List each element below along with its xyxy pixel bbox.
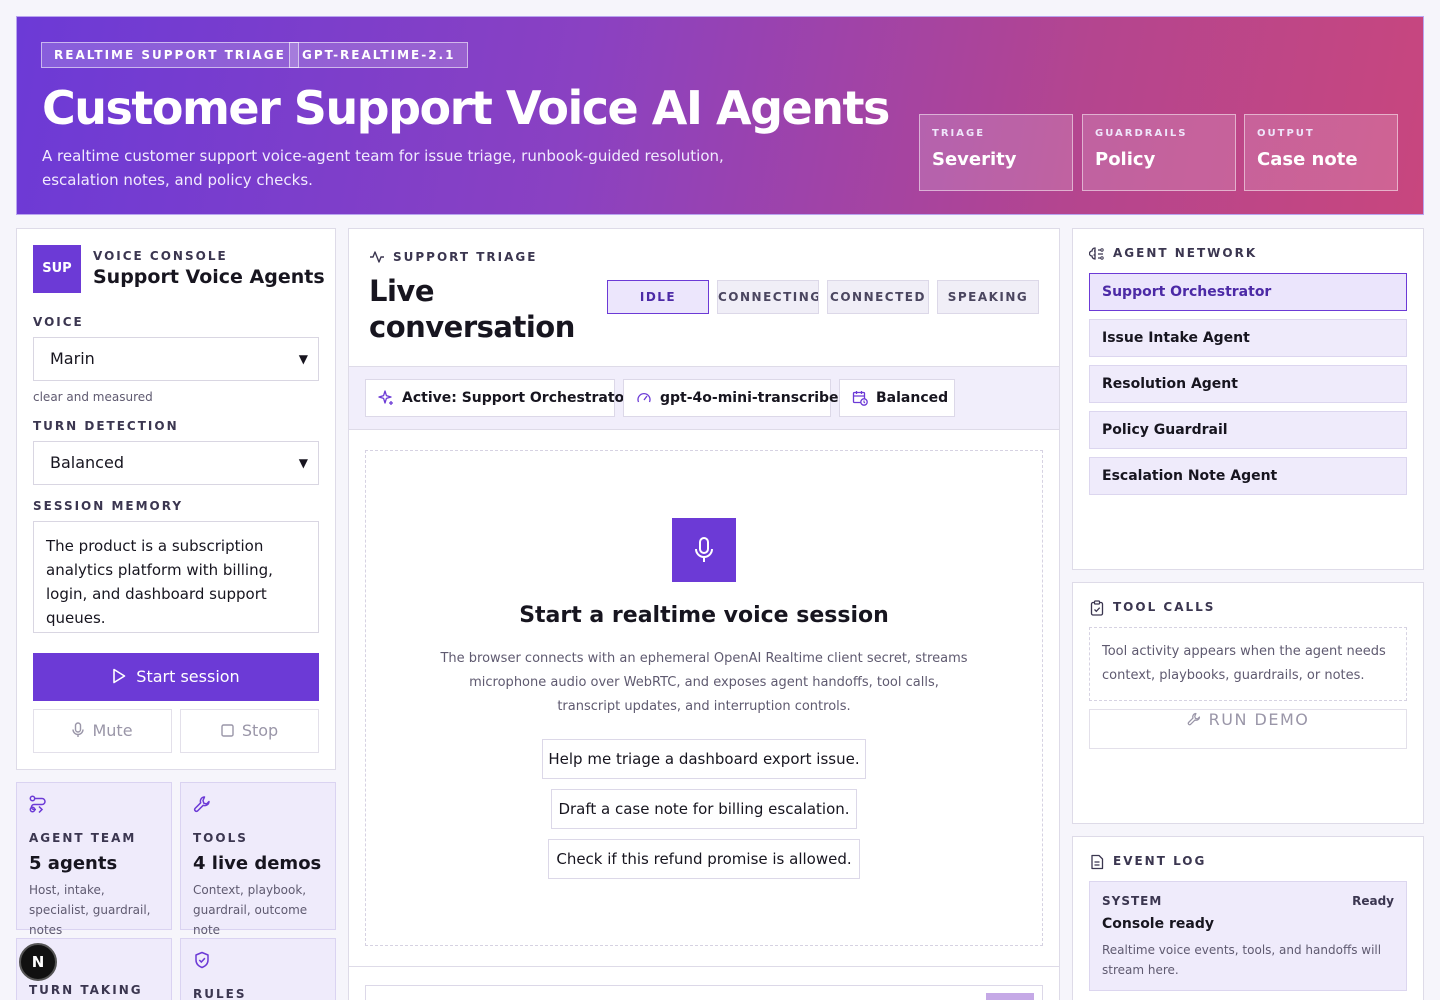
- event-log-panel: EVENT LOG SYSTEM Ready Console ready Rea…: [1072, 836, 1424, 1000]
- turn-detection-select[interactable]: Balanced ▼: [33, 441, 319, 485]
- voice-hint: clear and measured: [33, 390, 153, 404]
- tools-placeholder: Tool activity appears when the agent nee…: [1089, 627, 1407, 701]
- card-title: AGENT TEAM: [29, 831, 137, 845]
- voice-label: VOICE: [33, 315, 84, 329]
- card-tools: TOOLS 4 live demos Context, playbook, gu…: [180, 782, 336, 937]
- card-desc: Host, intake, specialist, guardrail, not…: [29, 883, 151, 937]
- agent-issue-intake[interactable]: Issue Intake Agent: [1089, 319, 1407, 357]
- prompt-suggestion[interactable]: Help me triage a dashboard export issue.: [542, 739, 866, 779]
- card-value: 5 agents: [29, 853, 118, 874]
- sparkle-icon: [378, 390, 393, 405]
- state-connected: CONNECTED: [827, 280, 929, 314]
- card-desc: Context, playbook, guardrail, outcome no…: [193, 883, 308, 937]
- memory-label: SESSION MEMORY: [33, 499, 184, 513]
- conversation-title: Live conversation: [369, 274, 575, 344]
- mute-button[interactable]: Mute: [33, 709, 172, 753]
- prompt-suggestion[interactable]: Check if this refund promise is allowed.: [548, 839, 860, 879]
- chevron-down-icon: ▼: [298, 352, 308, 366]
- mic-icon: [72, 722, 85, 737]
- event-status: Ready: [1352, 894, 1394, 908]
- page-title: Customer Support Voice AI Agents: [42, 81, 890, 135]
- events-label: EVENT LOG: [1113, 854, 1207, 868]
- active-agent-pill: Active: Support Orchestrator: [365, 379, 631, 417]
- agent-policy-guardrail[interactable]: Policy Guardrail: [1089, 411, 1407, 449]
- state-speaking: SPEAKING: [937, 280, 1039, 314]
- composer-divider: [349, 966, 1059, 967]
- voice-console-panel: SUP VOICE CONSOLE Support Voice Agents V…: [16, 228, 336, 770]
- network-label: AGENT NETWORK: [1113, 246, 1258, 260]
- chevron-down-icon: ▼: [298, 456, 308, 470]
- calendar-clock-icon: [852, 391, 868, 406]
- session-status-bar: Active: Support Orchestrator gpt-4o-mini…: [349, 366, 1059, 430]
- hero-banner: REALTIME SUPPORT TRIAGE GPT-REALTIME-2.1…: [16, 16, 1424, 215]
- agent-network-panel: AGENT NETWORK Support Orchestrator Issue…: [1072, 228, 1424, 570]
- send-button[interactable]: [986, 993, 1034, 1000]
- stat-guardrails: GUARDRAILS Policy: [1082, 114, 1236, 191]
- stat-triage: TRIAGE Severity: [919, 114, 1073, 191]
- event-item: SYSTEM Ready Console ready Realtime voic…: [1089, 881, 1407, 991]
- console-title: Support Voice Agents: [93, 266, 325, 288]
- route-icon: [29, 795, 46, 814]
- run-demo-button[interactable]: RUN DEMO: [1089, 709, 1407, 749]
- agent-escalation-note[interactable]: Escalation Note Agent: [1089, 457, 1407, 495]
- transcribe-model-pill: gpt-4o-mini-transcribe: [623, 379, 839, 417]
- agent-resolution[interactable]: Resolution Agent: [1089, 365, 1407, 403]
- prompt-suggestion[interactable]: Draft a case note for billing escalation…: [551, 789, 857, 829]
- session-memory-input[interactable]: The product is a subscription analytics …: [33, 521, 319, 633]
- wrench-icon: [1187, 712, 1200, 726]
- event-title: Console ready: [1102, 916, 1214, 932]
- mic-button[interactable]: [672, 518, 736, 582]
- avatar[interactable]: N: [19, 943, 57, 981]
- shield-check-icon: [195, 951, 209, 969]
- stop-button[interactable]: Stop: [180, 709, 319, 753]
- conversation-eyebrow: SUPPORT TRIAGE: [393, 250, 538, 264]
- stop-icon: [221, 724, 234, 737]
- state-connecting: CONNECTING: [717, 280, 819, 314]
- gauge-icon: [637, 392, 651, 403]
- card-title: RULES: [193, 987, 247, 1000]
- console-eyebrow: VOICE CONSOLE: [93, 249, 228, 263]
- turn-mode-pill: Balanced: [839, 379, 955, 417]
- empty-state: Start a realtime voice session The brows…: [365, 450, 1043, 946]
- state-idle: IDLE: [607, 280, 709, 314]
- play-icon: [113, 668, 126, 684]
- wrench-icon: [193, 796, 210, 813]
- voice-select[interactable]: Marin ▼: [33, 337, 319, 381]
- card-rules: RULES: [180, 938, 336, 1000]
- card-title: TOOLS: [193, 831, 248, 845]
- message-input[interactable]: [365, 985, 1043, 1000]
- conversation-panel: SUPPORT TRIAGE Live conversation IDLE CO…: [348, 228, 1060, 1000]
- empty-desc: The browser connects with an ephemeral O…: [440, 651, 968, 714]
- hero-chip-model: GPT-REALTIME-2.1: [289, 42, 469, 68]
- start-session-button[interactable]: Start session: [33, 653, 319, 701]
- activity-icon: [370, 251, 384, 263]
- turn-label: TURN DETECTION: [33, 419, 179, 433]
- event-desc: Realtime voice events, tools, and handof…: [1102, 943, 1382, 977]
- card-title: TURN TAKING: [29, 983, 143, 997]
- event-source: SYSTEM: [1102, 894, 1163, 908]
- brain-icon: [1089, 247, 1104, 260]
- page-subtitle: A realtime customer support voice-agent …: [42, 147, 724, 189]
- tool-calls-panel: TOOL CALLS Tool activity appears when th…: [1072, 582, 1424, 824]
- agent-support-orchestrator[interactable]: Support Orchestrator: [1089, 273, 1407, 311]
- tools-label: TOOL CALLS: [1113, 600, 1216, 614]
- hero-chip-triage: REALTIME SUPPORT TRIAGE: [41, 42, 299, 68]
- card-agent-team: AGENT TEAM 5 agents Host, intake, specia…: [16, 782, 172, 937]
- empty-title: Start a realtime voice session: [519, 603, 889, 628]
- card-value: 4 live demos: [193, 853, 322, 874]
- file-text-icon: [1091, 854, 1104, 870]
- stat-output: OUTPUT Case note: [1244, 114, 1398, 191]
- clipboard-check-icon: [1090, 600, 1104, 616]
- mic-icon: [695, 537, 713, 562]
- console-badge: SUP: [33, 245, 81, 293]
